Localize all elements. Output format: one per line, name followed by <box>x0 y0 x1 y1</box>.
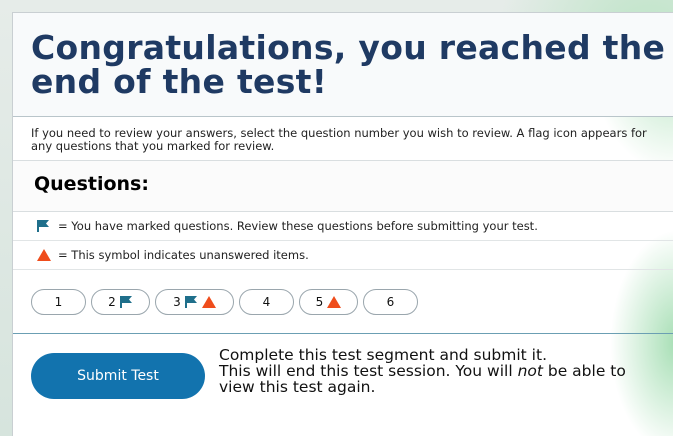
questions-section-header: Questions: <box>13 160 673 212</box>
legend-flag-row: = You have marked questions. Review thes… <box>13 212 673 241</box>
warning-triangle-icon <box>327 295 342 308</box>
page-title: Congratulations, you reached the end of … <box>31 28 666 101</box>
end-of-test-panel: Congratulations, you reached the end of … <box>12 12 673 436</box>
submit-emphasis: not <box>517 362 543 380</box>
flag-icon <box>37 219 51 233</box>
question-number: 1 <box>54 294 63 309</box>
question-number: 6 <box>386 294 395 309</box>
question-button-5[interactable]: 5 <box>299 288 358 315</box>
warning-triangle-icon <box>37 248 51 262</box>
question-list: 1 2 3 4 5 6 <box>13 270 673 334</box>
submit-description: Complete this test segment and submit it… <box>219 347 664 395</box>
submit-area: Submit Test Complete this test segment a… <box>13 334 673 419</box>
question-number: 4 <box>262 294 271 309</box>
legend-unanswered-text: = This symbol indicates unanswered items… <box>58 248 309 262</box>
question-number: 3 <box>173 294 181 309</box>
question-button-1[interactable]: 1 <box>31 288 86 315</box>
submit-line-2: This will end this test session. You wil… <box>219 362 626 396</box>
review-instructions: If you need to review your answers, sele… <box>31 126 647 153</box>
submit-test-button[interactable]: Submit Test <box>31 353 205 399</box>
flag-icon <box>119 295 132 308</box>
question-button-2[interactable]: 2 <box>91 288 150 315</box>
question-button-4[interactable]: 4 <box>239 288 294 315</box>
question-button-3[interactable]: 3 <box>155 288 234 315</box>
question-button-6[interactable]: 6 <box>363 288 418 315</box>
submit-line-1: Complete this test segment and submit it… <box>219 346 547 364</box>
questions-heading: Questions: <box>34 173 149 195</box>
question-number: 2 <box>108 294 116 309</box>
flag-icon <box>184 295 197 308</box>
legend-flag-text: = You have marked questions. Review thes… <box>58 219 538 233</box>
question-number: 5 <box>315 294 324 309</box>
legend-unanswered-row: = This symbol indicates unanswered items… <box>13 241 673 270</box>
warning-triangle-icon <box>201 295 216 308</box>
panel-header: Congratulations, you reached the end of … <box>13 13 673 117</box>
